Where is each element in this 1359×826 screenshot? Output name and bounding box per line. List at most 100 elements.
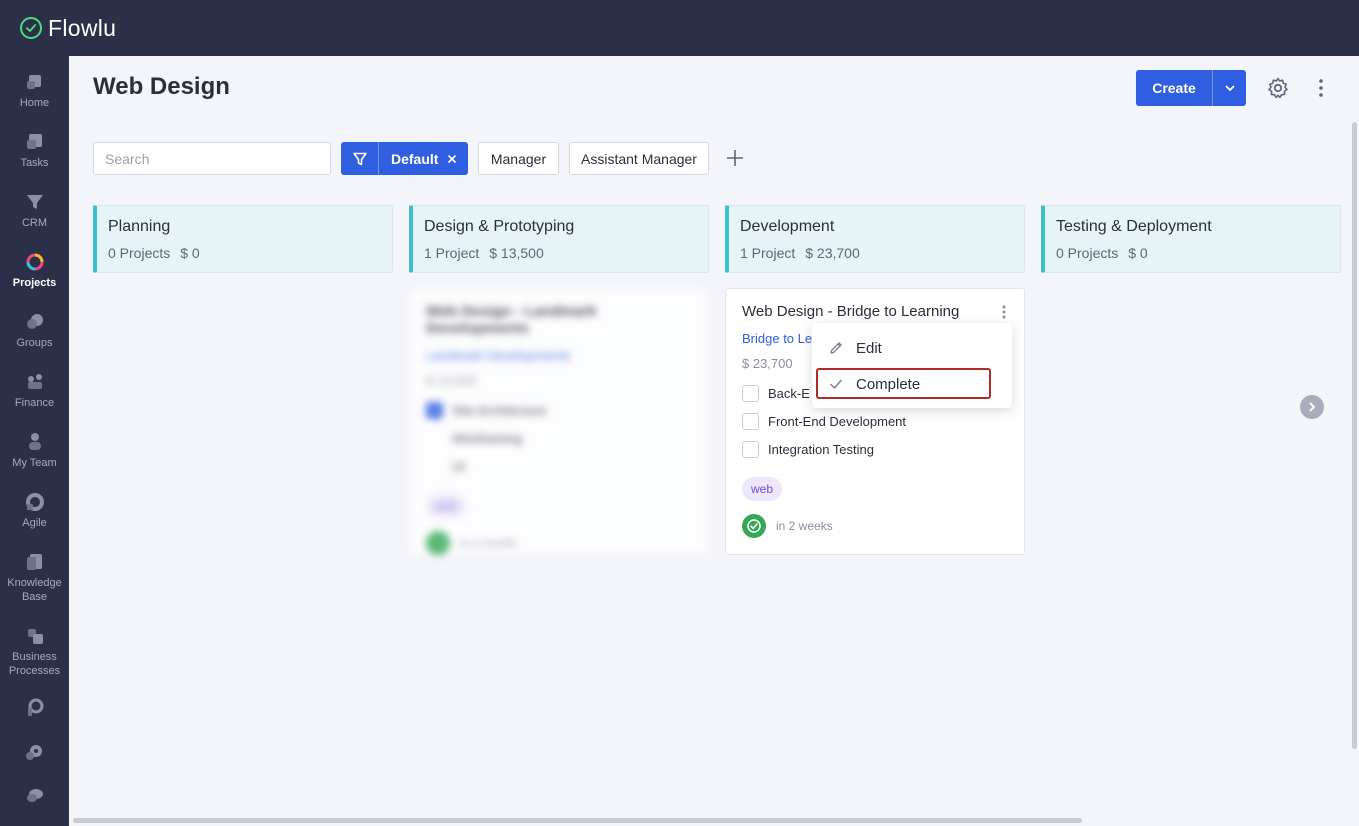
column-amount: $ 23,700: [805, 245, 860, 261]
agile-icon: [25, 493, 44, 511]
card-task[interactable]: Front-End Development: [742, 407, 1008, 435]
card-menu-button[interactable]: [1002, 305, 1008, 321]
status-check-icon: [426, 531, 450, 555]
menu-item-complete[interactable]: Complete: [812, 369, 1012, 399]
scroll-right-button[interactable]: [1300, 395, 1324, 419]
clear-filter-button[interactable]: [447, 151, 457, 167]
card-due-text: in a month: [460, 536, 517, 550]
card-amount: $ 13,500: [426, 373, 477, 388]
menu-item-label: Edit: [856, 339, 882, 357]
sidebar-item-chat[interactable]: [0, 786, 69, 810]
sidebar-item-finance[interactable]: Finance: [0, 372, 69, 410]
menu-item-edit[interactable]: Edit: [812, 333, 1012, 363]
column-stats: 1 Project $ 13,500: [424, 245, 697, 261]
sidebar-item-groups[interactable]: Groups: [0, 312, 69, 350]
filter-button[interactable]: [341, 142, 379, 175]
task-label: Wireframing: [452, 430, 523, 446]
card-title[interactable]: Web Design - Bridge to Learning: [742, 303, 1008, 320]
active-filter-chip[interactable]: Default: [341, 142, 468, 175]
task-checkbox[interactable]: [742, 384, 759, 402]
task-checkbox[interactable]: [742, 440, 759, 458]
column-count: 1 Project: [740, 245, 796, 261]
column-title: Design & Prototyping: [424, 218, 575, 235]
column-amount: $ 0: [180, 245, 200, 261]
project-card-landmark[interactable]: Web Design - Landmark Developments Landm…: [409, 288, 709, 555]
task-label: Front-End Development: [768, 413, 907, 429]
sidebar-item-projects[interactable]: Projects: [0, 252, 69, 290]
sidebar-item-business-processes[interactable]: Business Processes: [0, 626, 69, 678]
close-icon: [448, 154, 457, 163]
sidebar-item-home[interactable]: Home: [0, 72, 69, 110]
vertical-scrollbar[interactable]: [1352, 122, 1357, 749]
card-tag[interactable]: web: [742, 477, 783, 501]
check-icon: [828, 376, 844, 392]
column-stats: 1 Project $ 23,700: [740, 245, 1013, 261]
sidebar-item-tasks[interactable]: Tasks: [0, 132, 69, 170]
home-icon: [26, 75, 41, 89]
card-tag[interactable]: web: [426, 494, 467, 518]
search-input[interactable]: [93, 142, 331, 175]
main-content: Web Design Create Default Manager Assist…: [69, 56, 1359, 826]
column-title: Planning: [108, 218, 171, 235]
card-task[interactable]: Site Architecture: [426, 396, 692, 424]
sidebar-item-crm[interactable]: CRM: [0, 192, 69, 230]
sidebar-item-apps[interactable]: [0, 698, 69, 722]
column-title: Testing & Deployment: [1056, 218, 1212, 235]
task-label: Site Architecture: [452, 402, 547, 418]
column-design-prototyping: Design & Prototyping 1 Project $ 13,500: [409, 205, 709, 273]
column-amount: $ 13,500: [489, 245, 544, 261]
filter-preset-manager[interactable]: Manager: [478, 142, 559, 175]
column-title: Development: [740, 218, 835, 235]
column-count: 0 Projects: [1056, 245, 1119, 261]
menu-item-label: Complete: [856, 375, 921, 393]
pencil-icon: [828, 340, 844, 356]
column-count: 1 Project: [424, 245, 480, 261]
add-filter-button[interactable]: [723, 146, 747, 170]
status-check-icon: [742, 514, 766, 538]
card-due-text: in 2 weeks: [776, 519, 833, 533]
card-due: in a month: [426, 531, 692, 555]
task-checkbox[interactable]: [426, 401, 443, 419]
horizontal-scrollbar[interactable]: [73, 818, 1082, 823]
column-planning: Planning 0 Projects $ 0: [93, 205, 393, 273]
active-filter-label: Default: [391, 150, 439, 167]
column-stats: 0 Projects $ 0: [1056, 245, 1329, 261]
card-context-menu: Edit Complete: [812, 323, 1012, 408]
card-task[interactable]: UI: [426, 452, 692, 480]
sidebar-item-knowledge-base[interactable]: Knowledge Base: [0, 552, 69, 604]
task-checkbox[interactable]: [742, 412, 759, 430]
funnel-icon: [352, 152, 367, 165]
sidebar-item-agile[interactable]: Agile: [0, 492, 69, 530]
sidebar-item-label: Home: [19, 97, 50, 109]
sidebar-item-label: CRM: [21, 217, 48, 229]
card-task[interactable]: Integration Testing: [742, 435, 1008, 463]
column-testing-deployment: Testing & Deployment 0 Projects $ 0: [1041, 205, 1341, 273]
card-task[interactable]: Wireframing: [426, 424, 692, 452]
create-button[interactable]: Create: [1136, 70, 1212, 106]
finance-icon: [27, 374, 42, 389]
task-checkbox[interactable]: [426, 457, 443, 475]
sidebar-item-label: My Team: [12, 457, 57, 469]
vertical-dots-icon: [1002, 305, 1006, 319]
sidebar-item-label: Finance: [14, 397, 55, 409]
page-title: Web Design: [93, 73, 230, 100]
business-processes-icon: [27, 629, 43, 644]
app-logo-text[interactable]: Flowlu: [48, 15, 116, 42]
card-client-link[interactable]: Landmark Developments: [426, 348, 692, 363]
sidebar-item-label: Tasks: [20, 157, 49, 169]
sidebar-item-settings[interactable]: [0, 742, 69, 766]
team-icon: [28, 433, 41, 450]
chevron-right-icon: [1309, 402, 1316, 412]
apps-icon: [27, 698, 43, 716]
task-checkbox[interactable]: [426, 429, 443, 447]
filter-preset-assistant-manager[interactable]: Assistant Manager: [569, 142, 709, 175]
tasks-icon: [26, 134, 42, 149]
more-options-button[interactable]: [1313, 76, 1329, 100]
card-title: Web Design - Landmark Developments: [426, 303, 597, 337]
settings-button[interactable]: [1266, 76, 1290, 100]
gear-icon: [1268, 77, 1288, 99]
sidebar-item-my-team[interactable]: My Team: [0, 432, 69, 470]
create-dropdown-button[interactable]: [1212, 70, 1246, 106]
sidebar-item-label: Business Processes: [8, 651, 61, 677]
sidebar-item-label: Knowledge Base: [7, 577, 62, 603]
